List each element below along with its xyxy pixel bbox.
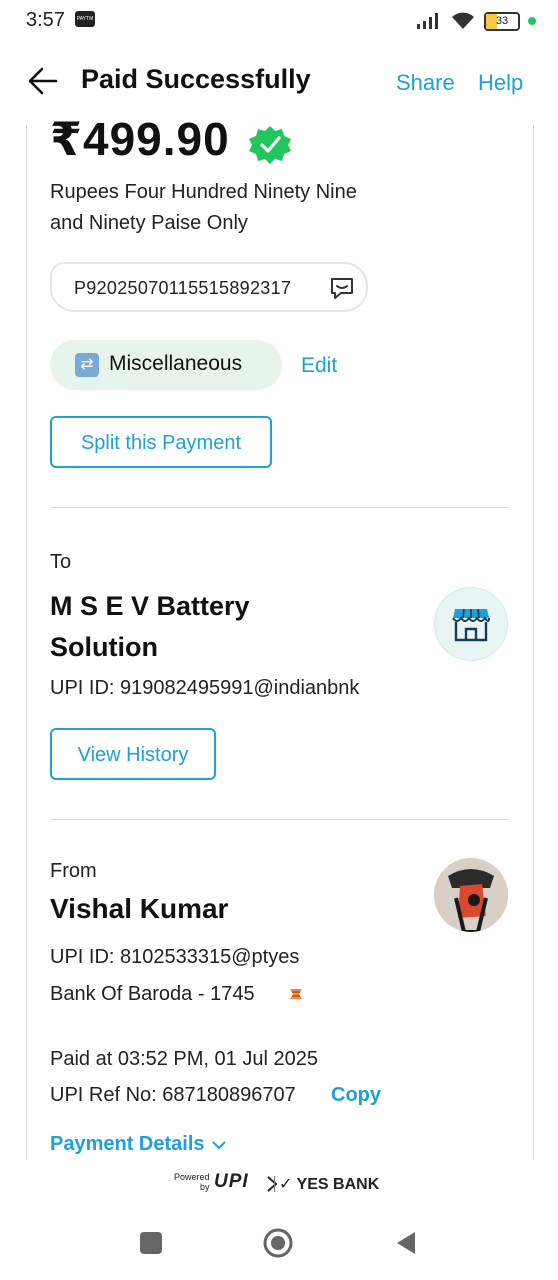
paytm-notification-icon: PAYTM: [75, 11, 95, 27]
back-arrow-icon[interactable]: [26, 64, 60, 98]
merchant-name-line1: M S E V Battery: [50, 591, 250, 621]
page-title: Paid Successfully: [81, 64, 311, 94]
to-label: To: [50, 551, 72, 573]
category-label: Miscellaneous: [109, 352, 243, 375]
payment-details-toggle[interactable]: Payment Details: [50, 1133, 227, 1156]
yes-bank-label: YES BANK: [296, 1176, 380, 1193]
paid-at-timestamp: Paid at 03:52 PM, 01 Jul 2025: [50, 1048, 318, 1070]
refresh-category-icon: ⇄: [75, 353, 99, 377]
status-time: 3:57: [26, 9, 65, 31]
avatar-photo: [434, 858, 508, 932]
upi-ref-number: UPI Ref No: 687180896707: [50, 1084, 296, 1106]
payment-details-label: Payment Details: [50, 1133, 205, 1155]
divider: [50, 507, 508, 508]
chat-icon[interactable]: [329, 276, 355, 300]
powered-by-text: Powered by: [174, 1172, 210, 1192]
transaction-id: P92025070115515892317: [74, 278, 292, 298]
sender-avatar: [434, 858, 508, 932]
store-icon: [452, 608, 490, 642]
by-label: by: [200, 1182, 210, 1192]
help-link[interactable]: Help: [478, 70, 523, 96]
wifi-icon: [452, 12, 474, 29]
powered-label: Powered: [174, 1172, 210, 1182]
back-button[interactable]: [395, 1230, 417, 1256]
copy-ref-button[interactable]: Copy: [331, 1084, 381, 1107]
view-history-button[interactable]: View History: [50, 728, 216, 780]
merchant-name-line2: Solution: [50, 632, 158, 662]
upi-logo: UPI: [214, 1171, 249, 1192]
status-icons: 33: [416, 10, 536, 32]
sender-name: Vishal Kumar: [50, 893, 229, 924]
split-payment-button[interactable]: Split this Payment: [50, 416, 272, 468]
battery-icon: 33: [484, 11, 520, 31]
merchant-upi-id: UPI ID: 919082495991@indianbnk: [50, 677, 360, 699]
amount-in-words-line1: Rupees Four Hundred Ninety Nine: [50, 181, 357, 203]
edit-category-link[interactable]: Edit: [301, 354, 337, 378]
signal-icon: [417, 13, 438, 29]
verified-check-icon: [249, 126, 291, 164]
sender-bank: Bank Of Baroda - 1745: [50, 983, 255, 1005]
share-link[interactable]: Share: [396, 70, 455, 96]
footer-divider: [274, 1176, 275, 1192]
amount-in-words-line2: and Ninety Paise Only: [50, 212, 248, 234]
bank-of-baroda-icon: [290, 989, 302, 999]
home-button[interactable]: [263, 1228, 293, 1258]
divider: [50, 819, 508, 820]
yes-bank-check-icon: ✓: [279, 1176, 293, 1193]
chevron-down-icon: [211, 1140, 226, 1149]
amount: ₹499.90: [50, 113, 230, 165]
privacy-dot-icon: [528, 17, 536, 25]
from-label: From: [50, 860, 97, 882]
upi-arrow-icon: [267, 1176, 278, 1192]
sender-upi-id: UPI ID: 8102533315@ptyes: [50, 946, 300, 968]
recent-apps-button[interactable]: [140, 1232, 162, 1254]
yes-bank-logo: ✓ YES BANK: [279, 1174, 379, 1194]
